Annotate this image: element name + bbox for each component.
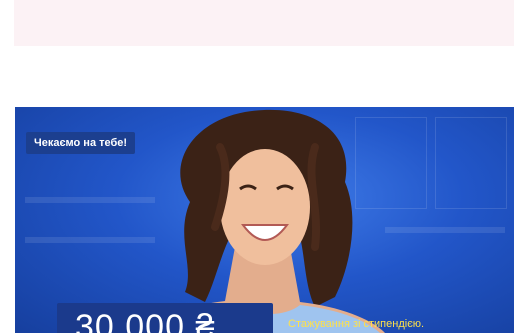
top-banner[interactable] xyxy=(14,0,514,46)
stipend-amount: 30 000 ₴ xyxy=(75,308,216,333)
promo-badge: Чекаємо на тебе! xyxy=(26,132,136,154)
promo-caption: Стажування зі стипендією. xyxy=(288,318,425,330)
promo-banner[interactable]: Чекаємо на тебе! 30 000 ₴ Стажування зі … xyxy=(15,107,514,333)
